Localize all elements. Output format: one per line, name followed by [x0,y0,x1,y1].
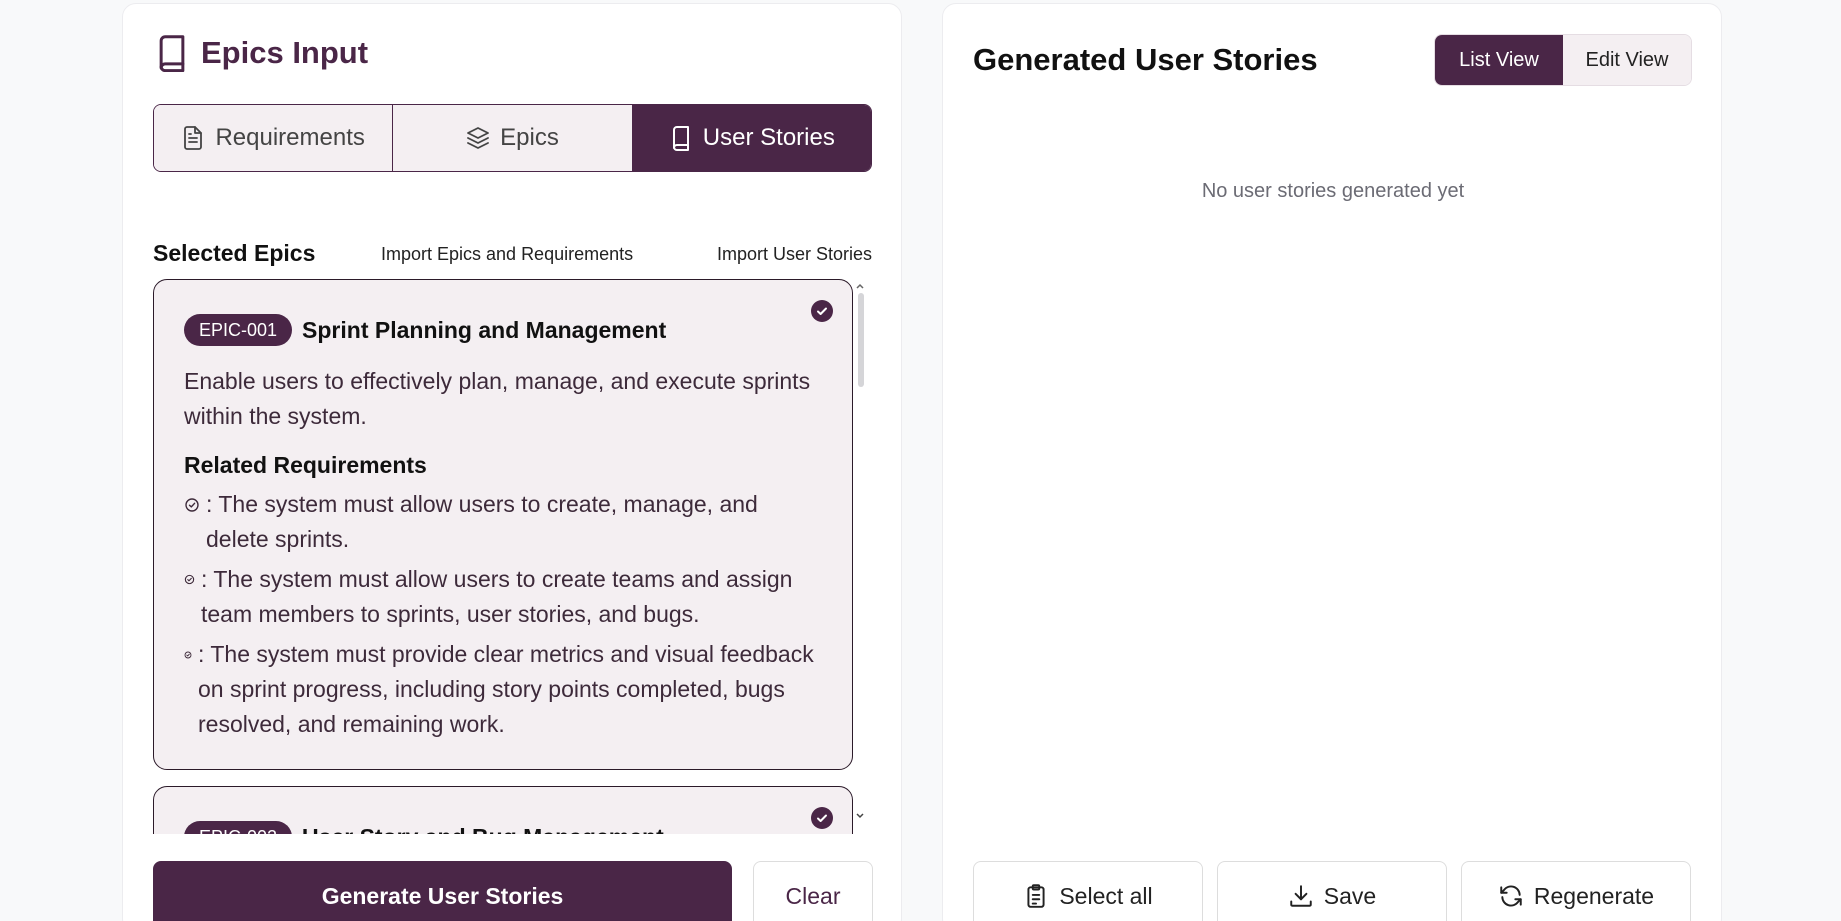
epic-description: Enable users to effectively plan, manage… [184,368,811,429]
requirement-item: : The system must allow users to create … [184,562,824,632]
refresh-icon [1500,885,1522,907]
selected-epics-title: Selected Epics [153,240,316,266]
check-circle-icon[interactable] [811,807,833,829]
related-requirements-title: Related Requirements [184,452,427,478]
regenerate-button[interactable]: Regenerate [1461,861,1691,921]
requirement-text: : The system must provide clear metrics … [198,641,814,737]
epic-id-badge: EPIC-001 [184,314,293,346]
scrollbar-thumb[interactable] [858,293,864,387]
tab-requirements[interactable]: Requirements [154,105,393,171]
save-button[interactable]: Save [1217,861,1447,921]
requirement-item: : The system must allow users to create,… [184,487,824,557]
import-user-stories-link[interactable]: Import User Stories [717,244,872,265]
epic-card[interactable]: EPIC-001 Sprint Planning and Management … [153,279,853,770]
clear-button[interactable]: Clear [753,861,873,921]
tab-edit-view[interactable]: Edit View [1563,35,1691,85]
selected-epics-row: Selected Epics Import Epics and Requirem… [153,240,872,268]
tab-user-stories[interactable]: User Stories [631,105,871,171]
tab-epics[interactable]: Epics [392,105,632,171]
epic-name: Sprint Planning and Management [302,316,667,343]
download-icon [1290,885,1312,907]
empty-state-message: No user stories generated yet [1201,180,1465,202]
epic-card[interactable]: EPIC-002 User Story and Bug Management [153,786,853,834]
epics-input-panel: Epics Input Requirements Epics User Stor… [122,3,902,921]
tab-list-view[interactable]: List View [1435,35,1563,85]
tab-epics-label: Epics [500,124,559,151]
epic-header: EPIC-001 Sprint Planning and Management [184,314,666,346]
epic-id-badge: EPIC-002 [184,821,293,834]
chevron-down-icon[interactable] [853,809,867,823]
generated-stories-panel: Generated User Stories List View Edit Vi… [942,3,1722,921]
clipboard-icon [1027,884,1045,908]
view-toggle: List View Edit View [1434,34,1692,86]
panel-header: Epics Input [155,34,368,72]
check-circle-icon[interactable] [811,300,833,322]
file-text-icon [184,126,203,150]
epic-name: User Story and Bug Management [302,824,664,835]
save-label: Save [1323,882,1377,909]
book-icon [159,35,185,72]
tab-user-stories-label: User Stories [702,124,835,151]
check-circle-icon [184,637,192,672]
requirement-text: : The system must allow users to create … [201,566,793,627]
requirement-text: : The system must allow users to create,… [206,491,758,552]
panel-title: Epics Input [201,35,369,70]
regenerate-label: Regenerate [1533,882,1655,909]
check-circle-icon [184,562,195,597]
requirement-item: : The system must provide clear metrics … [184,637,824,742]
select-all-label: Select all [1059,882,1153,909]
tab-requirements-label: Requirements [215,124,365,151]
check-circle-icon [184,487,200,522]
epic-header: EPIC-002 User Story and Bug Management [184,821,664,834]
layers-icon [467,127,490,149]
chevron-up-icon[interactable] [853,279,867,293]
book-icon [672,126,689,151]
import-epics-link[interactable]: Import Epics and Requirements [381,244,633,265]
input-tabs: Requirements Epics User Stories [153,104,872,172]
epics-scrollbar[interactable] [853,279,867,824]
epics-list: EPIC-001 Sprint Planning and Management … [153,278,873,834]
panel-title: Generated User Stories [973,42,1318,77]
select-all-button[interactable]: Select all [973,861,1203,921]
generate-user-stories-button[interactable]: Generate User Stories [153,861,732,921]
